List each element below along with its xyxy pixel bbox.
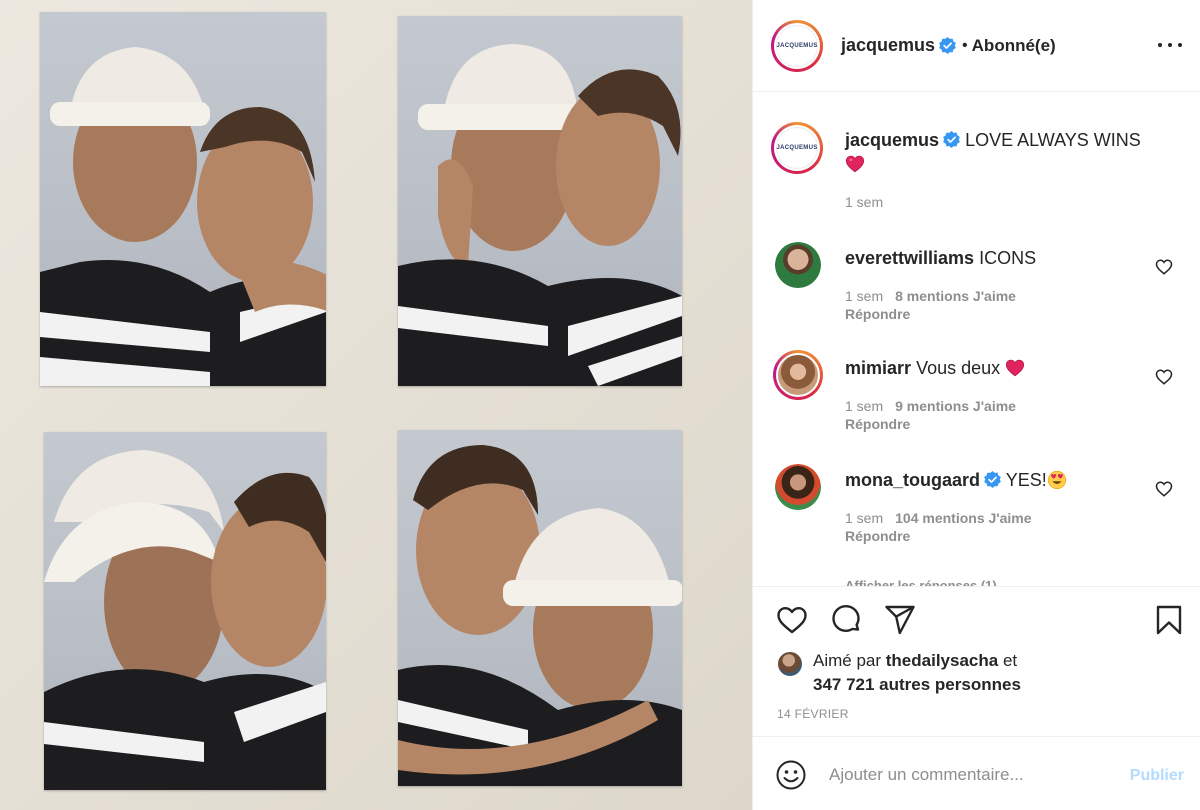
comment-text: everettwilliams ICONS <box>845 246 1145 270</box>
reply-button[interactable]: Répondre <box>845 528 910 544</box>
post-date[interactable]: 14 FÉVRIER <box>777 707 849 721</box>
comment-bubble-icon[interactable] <box>829 603 863 637</box>
reply-button[interactable]: Répondre <box>845 416 910 432</box>
red-heart-icon <box>1006 359 1025 377</box>
comment-item: mimiarr Vous deux 1 sem 9 mentions J'aime… <box>773 350 1185 452</box>
booth-photo-3 <box>44 432 326 790</box>
comment-time[interactable]: 1 sem <box>845 398 883 414</box>
booth-photo-2 <box>398 16 682 386</box>
comment-like-heart-icon[interactable] <box>1155 480 1173 498</box>
liked-by-suffix: et <box>1002 651 1018 670</box>
likes-count-link[interactable]: 347 721 autres personnes <box>813 673 1021 697</box>
comment-item: everettwilliams ICONS 1 sem 8 mentions J'… <box>775 242 1185 342</box>
red-heart-icon <box>845 155 865 173</box>
heart-eyes-emoji-icon <box>1047 470 1066 490</box>
like-heart-icon[interactable] <box>775 603 809 637</box>
follow-status[interactable]: Abonné(e) <box>972 36 1056 56</box>
comment-like-heart-icon[interactable] <box>1155 258 1173 276</box>
comment-meta: 1 sem 104 mentions J'aime <box>845 510 1032 526</box>
verified-badge-icon <box>939 37 956 54</box>
comment-text: mimiarr Vous deux <box>845 356 1145 380</box>
commenter-avatar[interactable] <box>775 242 821 288</box>
comment-meta: 1 sem 9 mentions J'aime <box>845 398 1016 414</box>
comment-likes[interactable]: 104 mentions J'aime <box>895 510 1031 526</box>
comment-input[interactable] <box>829 757 1119 793</box>
verified-badge-icon <box>943 131 960 148</box>
liked-by-prefix: Aimé par <box>813 651 882 670</box>
liker-avatar[interactable] <box>777 651 803 677</box>
more-options-icon[interactable] <box>1158 35 1182 55</box>
post-sidebar: JACQUEMUS jacquemus • Abonné(e) JACQUEMU… <box>752 0 1200 810</box>
add-comment-bar: Publier <box>753 736 1200 810</box>
caption-text-block: jacquemus LOVE ALWAYS WINS <box>845 128 1165 176</box>
comment-meta: 1 sem 8 mentions J'aime <box>845 288 1016 304</box>
post-image[interactable] <box>0 0 752 810</box>
commenter-avatar[interactable] <box>773 350 823 400</box>
comment-likes[interactable]: 8 mentions J'aime <box>895 288 1016 304</box>
comment-time[interactable]: 1 sem <box>845 510 883 526</box>
comment-time[interactable]: 1 sem <box>845 288 883 304</box>
caption-message: LOVE ALWAYS WINS <box>965 130 1141 150</box>
caption-avatar[interactable]: JACQUEMUS <box>771 122 823 174</box>
comment-message: ICONS <box>979 248 1037 268</box>
caption-timestamp[interactable]: 1 sem <box>845 194 883 210</box>
booth-photo-1 <box>40 12 326 386</box>
comment-message: Vous deux <box>916 358 1001 378</box>
comments-list[interactable]: JACQUEMUS jacquemus LOVE ALWAYS WINS 1 s… <box>753 92 1200 586</box>
comment-like-heart-icon[interactable] <box>1155 368 1173 386</box>
share-paper-plane-icon[interactable] <box>883 603 917 637</box>
view-replies-link[interactable]: Afficher les réponses (1) <box>845 576 997 586</box>
comment-likes[interactable]: 9 mentions J'aime <box>895 398 1016 414</box>
comment-text: mona_tougaard YES! <box>845 468 1145 492</box>
comment-username[interactable]: mona_tougaard <box>845 470 980 490</box>
verified-badge-icon <box>984 471 1001 488</box>
header-separator: • <box>962 36 968 54</box>
post-header: JACQUEMUS jacquemus • Abonné(e) <box>753 0 1200 92</box>
commenter-avatar[interactable] <box>775 464 821 510</box>
comment-username[interactable]: mimiarr <box>845 358 911 378</box>
reply-button[interactable]: Répondre <box>845 306 910 322</box>
comment-item: mona_tougaard YES! 1 sem 104 mentions J'a… <box>775 464 1185 564</box>
booth-photo-4 <box>398 430 682 786</box>
publish-button[interactable]: Publier <box>1130 767 1184 785</box>
post-actions: Aimé par thedailysacha et 347 721 autres… <box>753 586 1200 736</box>
caption-avatar-logo-text: JACQUEMUS <box>776 127 818 169</box>
emoji-picker-icon[interactable] <box>775 759 807 791</box>
comment-message: YES! <box>1005 470 1047 490</box>
avatar-logo-text: JACQUEMUS <box>776 24 818 67</box>
caption-username[interactable]: jacquemus <box>845 130 939 150</box>
comment-username[interactable]: everettwilliams <box>845 248 974 268</box>
liker-username[interactable]: thedailysacha <box>886 651 998 670</box>
author-username[interactable]: jacquemus <box>841 35 935 56</box>
author-avatar[interactable]: JACQUEMUS <box>771 19 823 72</box>
bookmark-save-icon[interactable] <box>1152 603 1186 637</box>
